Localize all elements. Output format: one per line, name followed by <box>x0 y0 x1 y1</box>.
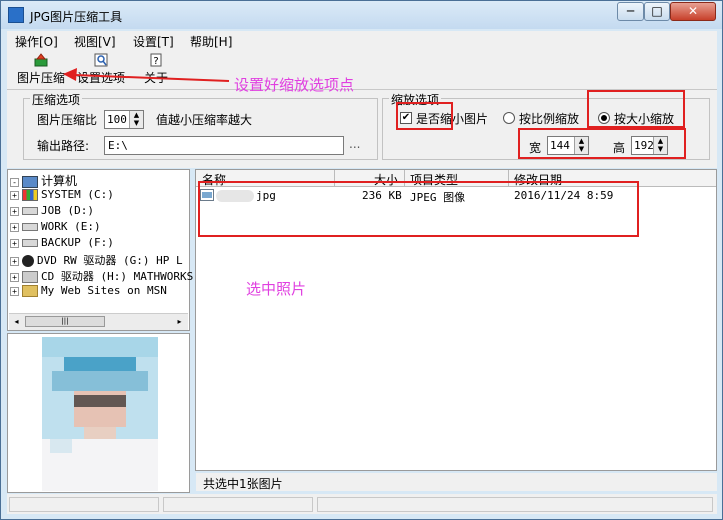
selection-status-text: 共选中1张图片 <box>203 477 283 491</box>
output-path-input[interactable]: E:\ <box>104 136 344 155</box>
tree-item[interactable]: - 计算机 <box>10 172 77 188</box>
selection-status: 共选中1张图片 <box>196 473 717 491</box>
tree-item[interactable]: + JOB (D:) <box>10 204 94 220</box>
tree-item-label: JOB (D:) <box>41 204 94 217</box>
close-button[interactable]: ✕ <box>670 2 716 21</box>
drive-icon <box>22 239 38 247</box>
compress-options-group: 压缩选项 图片压缩比 100 ▲ ▼ 值越小压缩率越大 输出路径: E:\ ... <box>23 91 378 160</box>
ratio-scale-radio[interactable] <box>503 112 515 124</box>
annotation-arrow-icon <box>63 68 230 82</box>
folder-tree: - 计算机 + SYSTEM (C:) + JOB (D:) + WORK (E:) +… <box>7 169 193 331</box>
system-drive-icon <box>22 189 38 201</box>
status-segment <box>163 497 313 512</box>
tree-expander[interactable]: + <box>10 206 19 216</box>
tree-item[interactable]: + WORK (E:) <box>10 220 101 236</box>
highlight-selected-file <box>198 181 639 237</box>
ratio-spinner[interactable]: 100 ▲ ▼ <box>104 110 144 129</box>
tree-expander[interactable]: + <box>10 190 19 200</box>
browse-button[interactable]: ... <box>349 137 360 151</box>
drive-icon <box>22 207 38 215</box>
tree-item[interactable]: + CD 驱动器 (H:) MATHWORKS <box>10 268 193 284</box>
app-window: JPG图片压缩工具 ─ □ ✕ 操作[O] 视图[V] 设置[T] 帮助[H] … <box>0 0 723 520</box>
scroll-left-icon[interactable]: ◂ <box>10 316 23 327</box>
tree-item-label: CD 驱动器 (H:) MATHWORKS <box>41 270 194 283</box>
menu-settings[interactable]: 设置[T] <box>133 33 174 50</box>
status-segment <box>317 497 713 512</box>
ratio-label: 图片压缩比 <box>37 113 98 127</box>
status-bar <box>7 494 717 514</box>
tree-expander[interactable]: + <box>10 238 19 248</box>
tree-item-label: 计算机 <box>41 174 78 188</box>
tree-item-label: My Web Sites on MSN <box>41 284 167 297</box>
annotation-select-photo: 选中照片 <box>246 280 307 298</box>
ratio-scale-label: 按比例缩放 <box>519 112 580 126</box>
compress-button[interactable]: 图片压缩 <box>15 53 67 87</box>
compress-options-title: 压缩选项 <box>30 91 83 108</box>
annotation-set-options: 设置好缩放选项点 <box>234 76 355 94</box>
spin-arrows-icon[interactable]: ▲ ▼ <box>129 111 143 128</box>
highlight-size-values <box>518 128 686 159</box>
web-sites-icon <box>22 285 38 297</box>
scroll-thumb[interactable]: ||| <box>25 316 105 327</box>
output-label: 输出路径: <box>37 139 90 153</box>
ratio-value: 100 <box>107 113 127 126</box>
tree-item-label: SYSTEM (C:) <box>41 188 114 201</box>
tree-item-label: WORK (E:) <box>41 220 101 233</box>
svg-text:?: ? <box>153 56 158 67</box>
tree-item[interactable]: + SYSTEM (C:) <box>10 188 114 204</box>
highlight-size-scale <box>587 90 685 128</box>
menu-bar: 操作[O] 视图[V] 设置[T] 帮助[H] <box>7 31 717 49</box>
hp-dvd-icon <box>22 255 34 267</box>
image-preview <box>7 333 190 493</box>
cd-drive-icon <box>22 271 38 283</box>
about-icon: ? <box>150 53 162 67</box>
tree-item[interactable]: + DVD RW 驱动器 (G:) HP L <box>10 252 183 268</box>
status-segment <box>9 497 159 512</box>
drive-icon <box>22 223 38 231</box>
tree-expander[interactable]: + <box>10 272 19 282</box>
maximize-button[interactable]: □ <box>644 2 670 21</box>
menu-help[interactable]: 帮助[H] <box>190 33 232 50</box>
title-bar: JPG图片压缩工具 ─ □ ✕ <box>1 1 722 29</box>
tree-expander[interactable]: + <box>10 222 19 232</box>
compress-icon <box>34 53 48 67</box>
tree-item-label: BACKUP (F:) <box>41 236 114 249</box>
minimize-button[interactable]: ─ <box>617 2 644 21</box>
preview-photo <box>42 337 158 491</box>
computer-icon <box>22 176 38 188</box>
tree-item[interactable]: + BACKUP (F:) <box>10 236 114 252</box>
highlight-shrink-checkbox <box>396 102 453 130</box>
tree-item[interactable]: + My Web Sites on MSN <box>10 284 167 300</box>
tree-item-label: DVD RW 驱动器 (G:) HP L <box>37 254 183 267</box>
tree-horizontal-scrollbar[interactable]: ◂ ||| ▸ <box>9 313 188 330</box>
app-icon <box>8 7 24 23</box>
tree-expander[interactable]: + <box>10 286 19 296</box>
scroll-right-icon[interactable]: ▸ <box>173 316 186 327</box>
menu-view[interactable]: 视图[V] <box>74 33 116 50</box>
menu-operate[interactable]: 操作[O] <box>15 33 58 50</box>
magnifier-icon <box>94 53 108 67</box>
ratio-hint: 值越小压缩率越大 <box>156 113 253 127</box>
tree-expander[interactable]: + <box>10 256 19 266</box>
window-title: JPG图片压缩工具 <box>30 10 123 24</box>
compress-label: 图片压缩 <box>16 71 65 85</box>
tree-expander[interactable]: - <box>10 177 19 187</box>
